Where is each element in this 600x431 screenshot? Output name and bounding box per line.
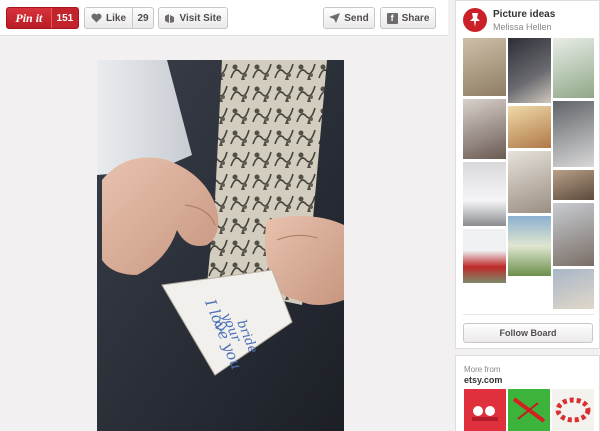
sidebar: Picture ideas Melissa Hellen Follow Boar… bbox=[455, 0, 600, 431]
board-thumbnail[interactable] bbox=[508, 38, 551, 103]
board-thumbnail[interactable] bbox=[553, 38, 594, 98]
send-label: Send bbox=[344, 12, 369, 24]
more-from-label: More from bbox=[464, 365, 501, 374]
pin-image[interactable]: I love you your bride bbox=[97, 60, 344, 431]
pin-toolbar: Pin it 151 Like 29 Visit Site Send f Sha… bbox=[0, 0, 448, 36]
visit-site-label: Visit Site bbox=[179, 12, 222, 24]
share-button[interactable]: f Share bbox=[380, 7, 436, 29]
more-thumbnail[interactable] bbox=[464, 389, 506, 431]
board-thumbnail[interactable] bbox=[553, 170, 594, 200]
board-thumbnail[interactable] bbox=[463, 99, 506, 159]
pin-it-button[interactable]: Pin it 151 bbox=[6, 7, 79, 29]
more-thumbnail[interactable] bbox=[508, 389, 550, 431]
pin-it-label: Pin it bbox=[15, 10, 43, 25]
board-thumbnail[interactable] bbox=[463, 38, 506, 96]
board-thumbnail[interactable] bbox=[508, 106, 551, 148]
like-main[interactable]: Like bbox=[85, 8, 134, 28]
board-thumbnail[interactable] bbox=[508, 151, 551, 213]
board-scrollbar[interactable] bbox=[463, 314, 594, 318]
pin-count: 151 bbox=[50, 8, 78, 28]
board-thumbnail[interactable] bbox=[553, 101, 594, 167]
globe-icon bbox=[164, 13, 175, 24]
paper-plane-icon bbox=[329, 13, 341, 23]
board-thumbnail[interactable] bbox=[463, 162, 506, 226]
board-thumbnail[interactable] bbox=[553, 269, 594, 309]
board-thumbnail-grid bbox=[463, 38, 594, 311]
board-thumbnail[interactable] bbox=[553, 203, 594, 266]
visit-site-button[interactable]: Visit Site bbox=[158, 7, 228, 29]
facebook-icon: f bbox=[386, 12, 398, 24]
like-label: Like bbox=[106, 12, 127, 24]
like-button[interactable]: Like 29 bbox=[84, 7, 154, 29]
board-title[interactable]: Picture ideas bbox=[493, 9, 555, 20]
heart-icon bbox=[91, 13, 102, 23]
follow-board-button[interactable]: Follow Board bbox=[463, 323, 593, 343]
board-owner[interactable]: Melissa Hellen bbox=[493, 22, 552, 32]
send-button[interactable]: Send bbox=[323, 7, 375, 29]
board-thumbnail[interactable] bbox=[463, 229, 506, 283]
board-card: Picture ideas Melissa Hellen Follow Boar… bbox=[455, 0, 600, 349]
board-thumbnail[interactable] bbox=[508, 216, 551, 276]
share-label: Share bbox=[401, 12, 430, 24]
more-thumbnail[interactable] bbox=[552, 389, 594, 431]
more-from-source[interactable]: etsy.com bbox=[464, 375, 502, 385]
pushpin-icon[interactable] bbox=[463, 8, 487, 32]
more-from-card: More from etsy.com bbox=[455, 355, 600, 431]
like-count: 29 bbox=[137, 12, 149, 24]
